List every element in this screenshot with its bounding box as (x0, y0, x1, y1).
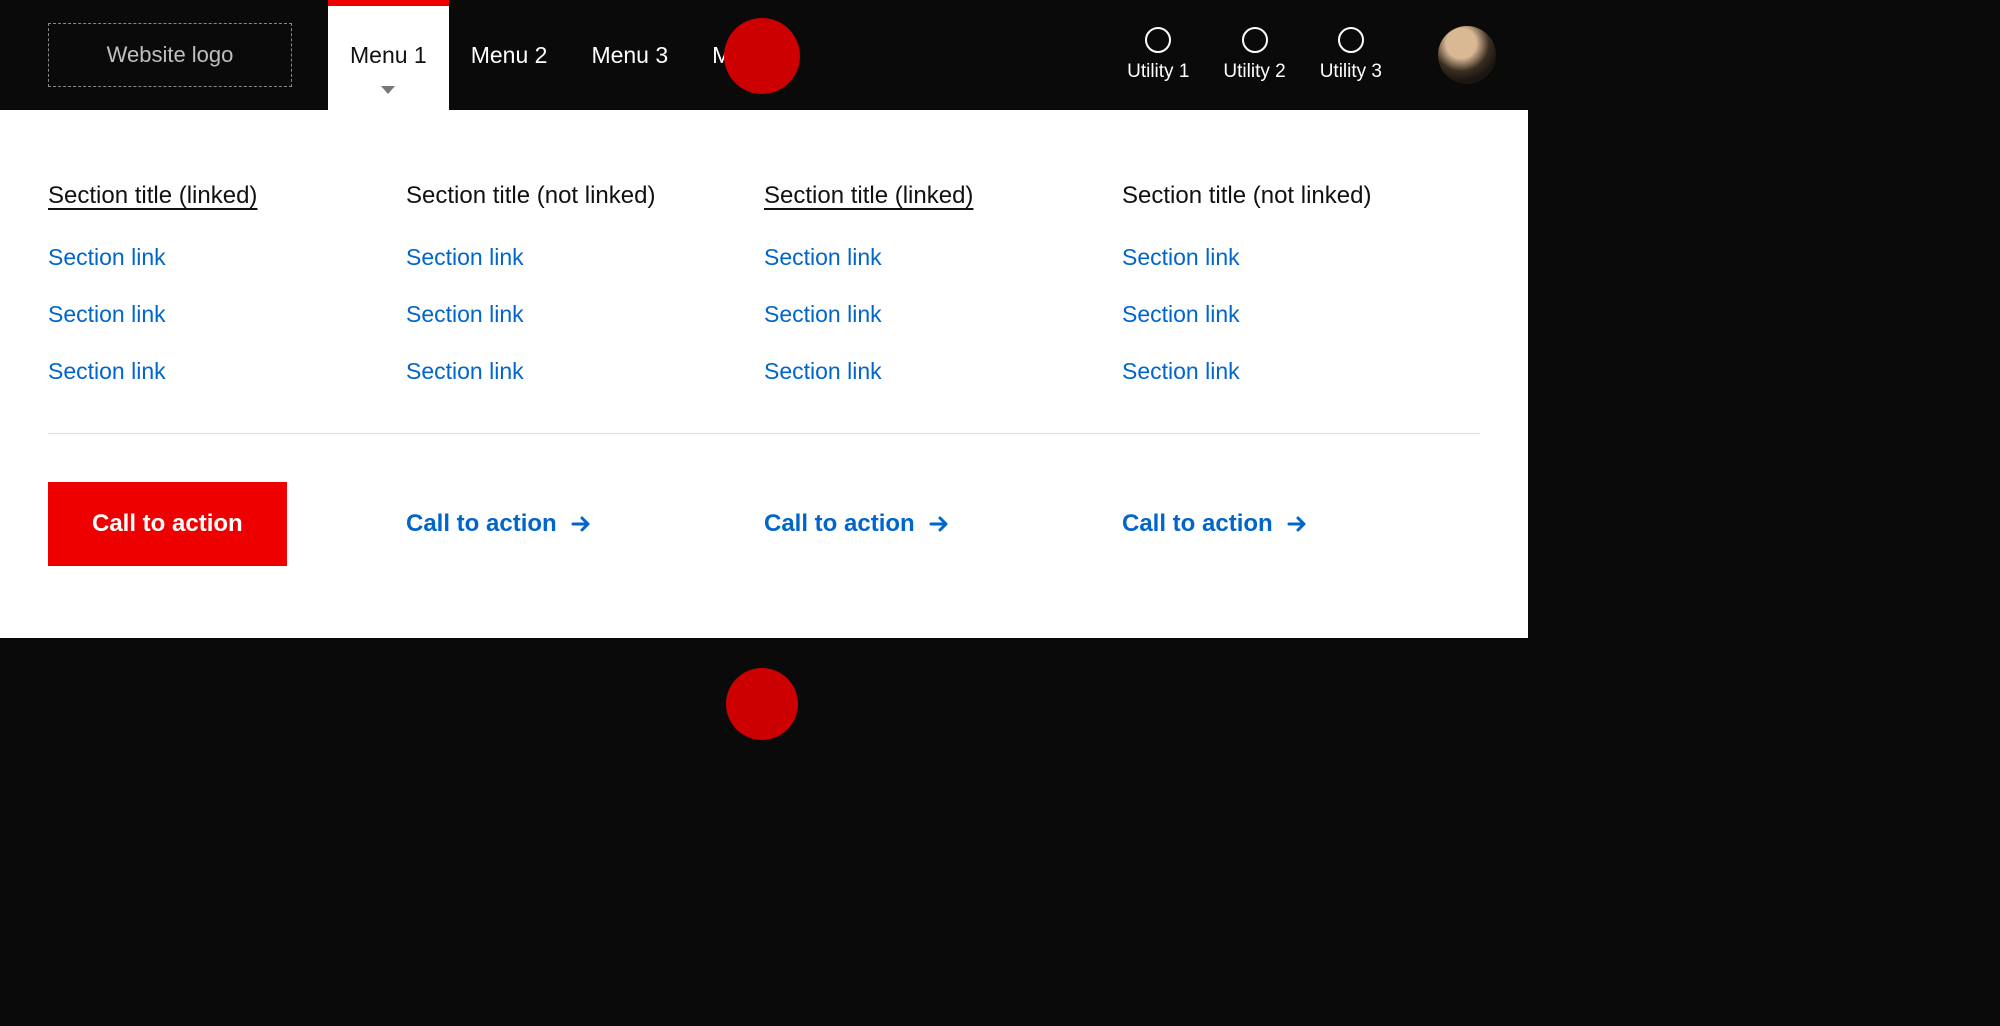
cta-link[interactable]: Call to action (406, 510, 764, 538)
mega-menu-columns: Section title (linked) Section link Sect… (48, 182, 1480, 385)
page-root: Website logo Menu 1 Menu 2 Menu 3 Menu 4… (0, 0, 1528, 768)
utility-nav: Utility 1 Utility 2 Utility 3 (1127, 0, 1496, 110)
section-title: Section title (not linked) (406, 182, 655, 210)
utility-3[interactable]: Utility 3 (1320, 27, 1382, 83)
utility-circle-icon (1242, 27, 1268, 53)
section-link[interactable]: Section link (1122, 358, 1480, 385)
arrow-right-icon (927, 512, 951, 536)
nav-menu-2[interactable]: Menu 2 (449, 0, 570, 110)
cta-label: Call to action (764, 510, 915, 538)
chevron-down-icon (381, 86, 395, 94)
section-links: Section link Section link Section link (48, 244, 406, 385)
nav-menu-1[interactable]: Menu 1 (328, 0, 449, 110)
mega-menu-panel: Section title (linked) Section link Sect… (0, 110, 1528, 638)
section-link[interactable]: Section link (48, 244, 406, 271)
website-logo-placeholder[interactable]: Website logo (48, 23, 292, 87)
avatar[interactable] (1438, 26, 1496, 84)
mega-column-2: Section title (not linked) Section link … (406, 182, 764, 385)
section-link[interactable]: Section link (406, 244, 764, 271)
nav-label: Menu 3 (591, 42, 668, 69)
cta-label: Call to action (406, 510, 557, 538)
utility-circle-icon (1338, 27, 1364, 53)
cta-label: Call to action (1122, 510, 1273, 538)
section-link[interactable]: Section link (406, 301, 764, 328)
arrow-right-icon (569, 512, 593, 536)
utility-2[interactable]: Utility 2 (1223, 27, 1285, 83)
logo-label: Website logo (107, 42, 234, 68)
utility-label: Utility 1 (1127, 61, 1189, 83)
section-link[interactable]: Section link (48, 301, 406, 328)
section-link[interactable]: Section link (406, 358, 764, 385)
section-link[interactable]: Section link (764, 358, 1122, 385)
mega-column-3: Section title (linked) Section link Sect… (764, 182, 1122, 385)
section-link[interactable]: Section link (764, 301, 1122, 328)
section-title-linked[interactable]: Section title (linked) (48, 182, 257, 210)
section-links: Section link Section link Section link (406, 244, 764, 385)
cta-link[interactable]: Call to action (1122, 510, 1480, 538)
section-link[interactable]: Section link (764, 244, 1122, 271)
decorative-red-dot-bottom (726, 668, 798, 740)
cta-link[interactable]: Call to action (764, 510, 1122, 538)
section-link[interactable]: Section link (1122, 301, 1480, 328)
section-title: Section title (not linked) (1122, 182, 1371, 210)
utility-1[interactable]: Utility 1 (1127, 27, 1189, 83)
nav-label: Menu 1 (350, 42, 427, 69)
divider (48, 433, 1480, 434)
footer-bar (0, 638, 1528, 768)
cta-primary-button[interactable]: Call to action (48, 482, 287, 566)
mega-column-4: Section title (not linked) Section link … (1122, 182, 1480, 385)
cta-row: Call to action Call to action Call to ac… (48, 482, 1480, 566)
decorative-red-dot-top (724, 18, 800, 94)
section-links: Section link Section link Section link (1122, 244, 1480, 385)
section-link[interactable]: Section link (48, 358, 406, 385)
mega-column-1: Section title (linked) Section link Sect… (48, 182, 406, 385)
section-title-linked[interactable]: Section title (linked) (764, 182, 973, 210)
section-link[interactable]: Section link (1122, 244, 1480, 271)
cta-label: Call to action (92, 510, 243, 537)
section-links: Section link Section link Section link (764, 244, 1122, 385)
arrow-right-icon (1285, 512, 1309, 536)
utility-label: Utility 2 (1223, 61, 1285, 83)
utility-label: Utility 3 (1320, 61, 1382, 83)
utility-circle-icon (1145, 27, 1171, 53)
nav-menu-3[interactable]: Menu 3 (569, 0, 690, 110)
nav-label: Menu 2 (471, 42, 548, 69)
